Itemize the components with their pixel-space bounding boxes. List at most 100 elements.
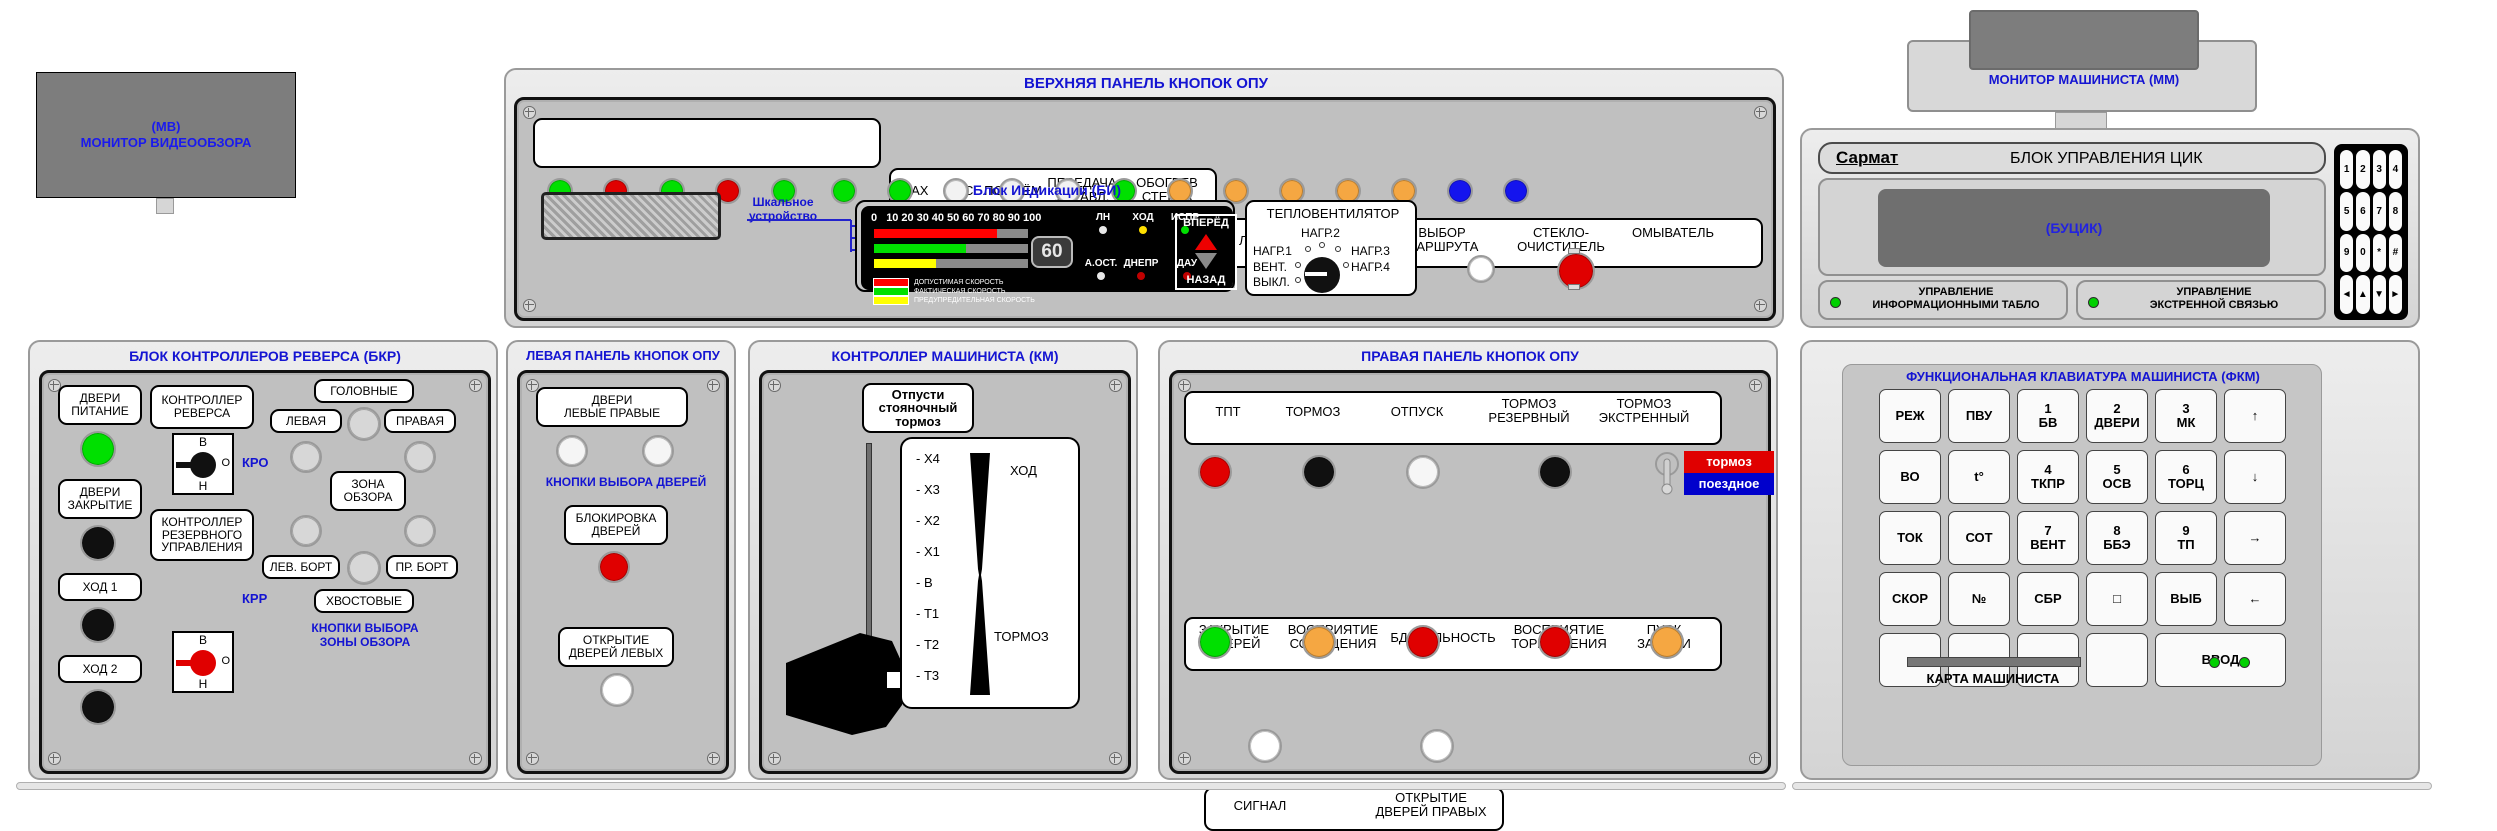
right-btn-brake-reserve[interactable] xyxy=(1538,455,1572,489)
top-panel-led-16[interactable] xyxy=(1447,178,1473,204)
bkr-view-zone-caption: КНОПКИ ВЫБОРА ЗОНЫ ОБЗОРА xyxy=(311,621,419,650)
fkm-key-реж[interactable]: РЕЖ xyxy=(1879,389,1941,443)
compressor-reserve-button[interactable] xyxy=(1467,255,1495,283)
bkr-btn-head[interactable] xyxy=(347,407,381,441)
right-row2-led-3[interactable] xyxy=(1538,625,1572,659)
right-row2-led-1[interactable] xyxy=(1302,625,1336,659)
fkm-key-№[interactable]: № xyxy=(1948,572,2010,626)
left-panel-opu: ЛЕВАЯ ПАНЕЛЬ КНОПОК ОПУ ДВЕРИ ЛЕВЫЕ ПРАВ… xyxy=(506,340,736,780)
fkm-key-←[interactable]: ← xyxy=(2224,572,2286,626)
right-btn-release[interactable] xyxy=(1406,455,1440,489)
bkr-btn-right-side-led[interactable] xyxy=(404,515,436,547)
bkr-btn-left-side-led[interactable] xyxy=(290,515,322,547)
fkm-key-t°[interactable]: t° xyxy=(1948,450,2010,504)
fkm-bottom-key-blank3[interactable] xyxy=(2086,633,2148,687)
fkm-key-7-вент[interactable]: 7 ВЕНТ xyxy=(2017,511,2079,565)
fkm-key-5-осв[interactable]: 5 ОСВ xyxy=(2086,450,2148,504)
video-monitor-screen[interactable]: (МВ) МОНИТОР ВИДЕООБЗОРА xyxy=(37,73,295,197)
thermo-dot xyxy=(1319,242,1325,248)
fkm-bottom-key-ввод[interactable]: ВВОД xyxy=(2155,633,2286,687)
right-row2-led-0[interactable] xyxy=(1198,625,1232,659)
bkr-btn-right[interactable] xyxy=(404,441,436,473)
scale-device[interactable] xyxy=(541,192,721,240)
bkr-switch-kro[interactable]: В О Н xyxy=(172,433,234,495)
bkr-led-hod2[interactable] xyxy=(80,689,116,725)
bi-direction-box: ВПЕРЁД НАЗАД xyxy=(1175,214,1237,290)
bucik-key-9[interactable]: 9 xyxy=(2340,233,2354,273)
fkm-key-3-мк[interactable]: 3 МК xyxy=(2155,389,2217,443)
right-btn-tpt[interactable] xyxy=(1198,455,1232,489)
bkr-label-right: ПРАВАЯ xyxy=(384,409,456,433)
bucik-key-4[interactable]: 4 xyxy=(2388,150,2402,189)
fkm-card-slot[interactable] xyxy=(1907,657,2081,667)
right-btn-open-doors-right[interactable] xyxy=(1420,729,1454,763)
fkm-key-↑[interactable]: ↑ xyxy=(2224,389,2286,443)
top-panel-inner: КАХ АЛС ПОДЪЁМ ПЕРЕДАЧА УПРАВЛ. ОБОГРЕВ … xyxy=(514,97,1776,398)
screw-icon xyxy=(1178,379,1191,392)
fkm-key-9-тп[interactable]: 9 ТП xyxy=(2155,511,2217,565)
top-panel-led-17[interactable] xyxy=(1503,178,1529,204)
fkm-key-скор[interactable]: СКОР xyxy=(1879,572,1941,626)
fkm-key-сот[interactable]: СОТ xyxy=(1948,511,2010,565)
fkm-key-2-двери[interactable]: 2 ДВЕРИ xyxy=(2086,389,2148,443)
left-panel-btn-doors-left[interactable] xyxy=(556,435,588,467)
bi-bar-fill xyxy=(874,259,936,268)
fkm-key-8-ббэ[interactable]: 8 ББЭ xyxy=(2086,511,2148,565)
fkm-key-6-торц[interactable]: 6 ТОРЦ xyxy=(2155,450,2217,504)
thermo-pos-nagr4: НАГР.4 xyxy=(1351,260,1390,274)
bkr-btn-left[interactable] xyxy=(290,441,322,473)
bucik-key-8[interactable]: 8 xyxy=(2388,191,2402,231)
fkm-key-1-бв[interactable]: 1 БВ xyxy=(2017,389,2079,443)
bucik-brand: Сармат xyxy=(1836,148,1899,167)
right-btn-brake[interactable] xyxy=(1302,455,1336,489)
fkm-key-↓[interactable]: ↓ xyxy=(2224,450,2286,504)
bucik-key-*[interactable]: * xyxy=(2372,233,2386,273)
left-panel-btn-open[interactable] xyxy=(600,673,634,707)
bucik-key-6[interactable]: 6 xyxy=(2356,191,2370,231)
km-scale-pointer-icon xyxy=(970,453,990,695)
right-row2-led-4[interactable] xyxy=(1650,625,1684,659)
left-panel-btn-doors-right[interactable] xyxy=(642,435,674,467)
right-row1-label-1: ТОРМОЗ xyxy=(1285,404,1341,419)
bkr-panel: БЛОК КОНТРОЛЛЕРОВ РЕВЕРСА (БКР) ДВЕРИ ПИ… xyxy=(28,340,498,780)
thermo-pos-nagr2: НАГР.2 xyxy=(1301,226,1340,240)
fkm-key-выб[interactable]: ВЫБ xyxy=(2155,572,2217,626)
control-reserve-button[interactable] xyxy=(1557,248,1595,290)
bucik-key-►[interactable]: ► xyxy=(2388,275,2402,314)
right-btn-signal[interactable] xyxy=(1248,729,1282,763)
bucik-key-0[interactable]: 0 xyxy=(2356,233,2370,273)
emergency-brake-toggle-icon[interactable] xyxy=(1654,451,1680,497)
left-panel-btn-block[interactable] xyxy=(598,551,630,583)
bucik-key-5[interactable]: 5 xyxy=(2340,191,2354,231)
bucik-display[interactable]: (БУЦИК) xyxy=(1878,189,2270,267)
bkr-led-doors-power[interactable] xyxy=(80,431,116,467)
bkr-led-doors-close[interactable] xyxy=(80,525,116,561)
bkr-switch-krr[interactable]: В О Н xyxy=(172,631,234,693)
emergency-toggle-bottom-label: поездное xyxy=(1684,473,1774,495)
bucik-key-#[interactable]: # xyxy=(2388,233,2402,273)
bucik-header-box: Сармат БЛОК УПРАВЛЕНИЯ ЦИК xyxy=(1818,142,2326,174)
bucik-key-▲[interactable]: ▲ xyxy=(2356,275,2370,314)
bucik-key-◄[interactable]: ◄ xyxy=(2340,275,2354,314)
fkm-key-во[interactable]: ВО xyxy=(1879,450,1941,504)
fkm-key-сбр[interactable]: СБР xyxy=(2017,572,2079,626)
bucik-key-▼[interactable]: ▼ xyxy=(2372,275,2386,314)
bucik-key-3[interactable]: 3 xyxy=(2372,150,2386,189)
fkm-key-пву[interactable]: ПВУ xyxy=(1948,389,2010,443)
driver-monitor-screen[interactable] xyxy=(1969,10,2199,70)
fkm-key-→[interactable]: → xyxy=(2224,511,2286,565)
bucik-btn-info-boards[interactable]: УПРАВЛЕНИЕ ИНФОРМАЦИОННЫМИ ТАБЛО xyxy=(1818,280,2068,320)
bucik-key-7[interactable]: 7 xyxy=(2372,191,2386,231)
left-panel-block-label: БЛОКИРОВКА ДВЕРЕЙ xyxy=(564,505,668,545)
fkm-key-□[interactable]: □ xyxy=(2086,572,2148,626)
fkm-key-ток[interactable]: ТОК xyxy=(1879,511,1941,565)
bkr-led-hod1[interactable] xyxy=(80,607,116,643)
screw-icon xyxy=(707,752,720,765)
fkm-key-4-ткпр[interactable]: 4 ТКПР xyxy=(2017,450,2079,504)
bucik-key-2[interactable]: 2 xyxy=(2356,150,2370,189)
bucik-btn-emergency-comm[interactable]: УПРАВЛЕНИЕ ЭКСТРЕННОЙ СВЯЗЬЮ xyxy=(2076,280,2326,320)
bkr-btn-tail[interactable] xyxy=(347,551,381,585)
bi-tick-20: 20 xyxy=(901,212,914,224)
bucik-key-1[interactable]: 1 xyxy=(2340,150,2354,189)
right-row2-led-2[interactable] xyxy=(1406,625,1440,659)
